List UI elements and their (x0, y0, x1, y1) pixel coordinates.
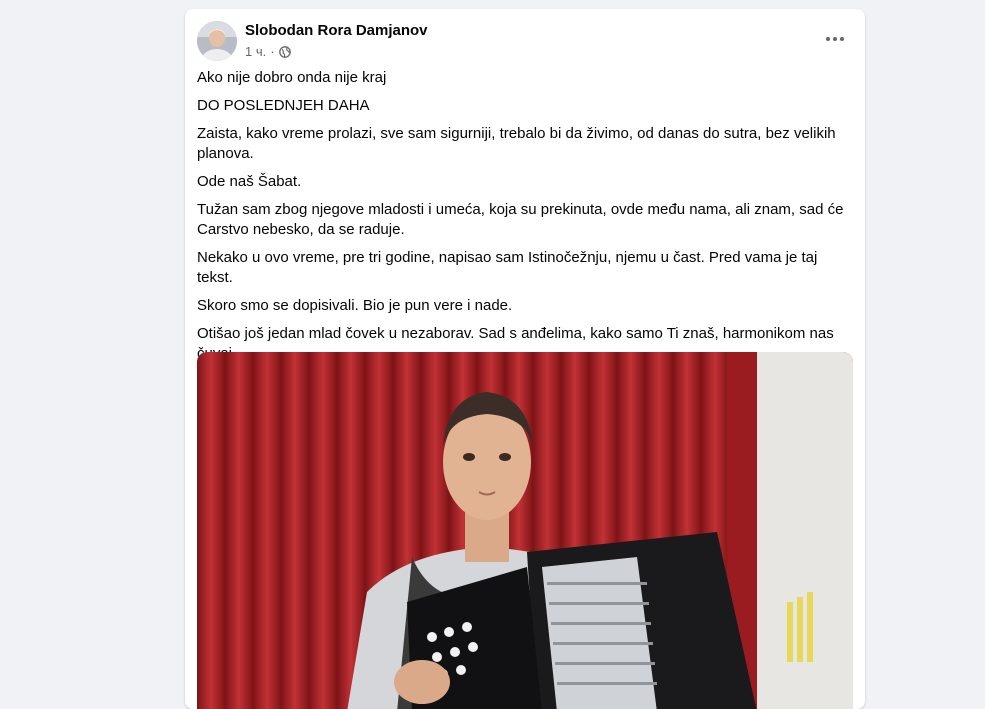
post-paragraph: DO POSLEDNJEH DAHA (197, 97, 370, 114)
post-paragraph: Nekako u ovo vreme, pre tri godine, napi… (197, 249, 818, 286)
author-avatar[interactable] (197, 21, 237, 61)
post-card: Slobodan Rora Damjanov 1 ч. · Ako nije d… (185, 9, 865, 709)
post-paragraph: Ako nije dobro onda nije kraj (197, 69, 387, 86)
accordion-player-photo (197, 352, 853, 709)
post-photo[interactable] (197, 352, 853, 709)
post-time[interactable]: 1 ч. (245, 44, 266, 59)
post-text: Ako nije dobro onda nije kraj DO POSLEDN… (197, 68, 847, 372)
more-options-icon[interactable] (819, 27, 851, 51)
post-paragraph: Ode naš Šabat. (197, 173, 302, 190)
post-paragraph: Skoro smo se dopisivali. Bio je pun vere… (197, 297, 513, 314)
post-header: Slobodan Rora Damjanov 1 ч. · (197, 21, 853, 61)
post-paragraph: Tužan sam zbog njegove mladosti i umeća,… (197, 201, 844, 238)
meta-separator: · (270, 44, 275, 59)
globe-icon[interactable] (278, 45, 291, 58)
author-name[interactable]: Slobodan Rora Damjanov (245, 22, 428, 39)
post-meta: 1 ч. · (245, 44, 291, 59)
post-paragraph: Zaista, kako vreme prolazi, sve sam sigu… (197, 125, 836, 162)
